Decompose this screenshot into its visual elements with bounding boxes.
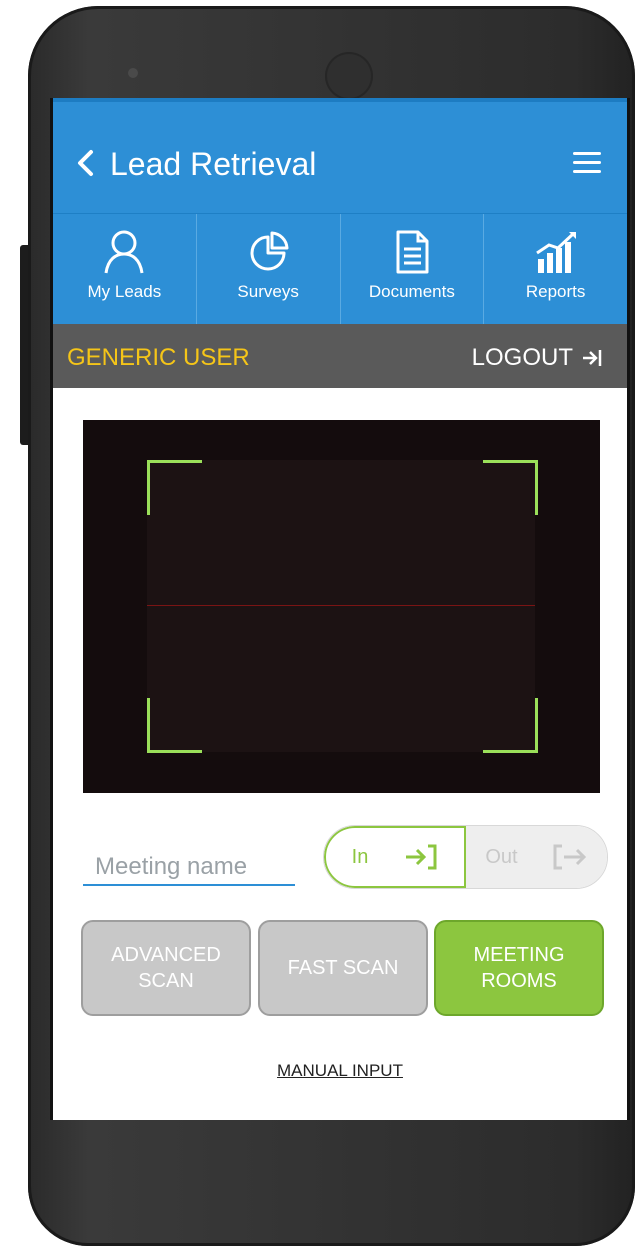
toggle-in-button[interactable]: In [324,826,466,888]
phone-frame: Lead Retrieval My Leads Surveys Document… [0,0,635,1249]
logout-arrow-icon [583,350,602,366]
meeting-name-input[interactable] [83,850,295,886]
scan-corner [483,698,538,753]
toggle-out-button[interactable]: Out [466,826,607,888]
app-screen: Lead Retrieval My Leads Surveys Document… [50,98,630,1120]
earpiece-speaker [325,52,373,100]
pie-chart-icon [250,231,289,271]
username: GENERIC USER [67,344,250,371]
enter-icon [406,844,437,870]
hamburger-menu-icon[interactable] [573,152,601,174]
tab-label: My Leads [87,282,162,301]
scan-corner [147,698,202,753]
camera-viewfinder[interactable] [83,420,600,793]
nav-tabs: My Leads Surveys Documents Reports [53,213,627,324]
scan-corner [483,460,538,515]
document-icon [396,230,429,274]
user-bar: GENERIC USER LOGOUT [53,324,627,388]
exit-icon [553,844,586,870]
manual-input-link[interactable]: MANUAL INPUT [53,1061,627,1081]
user-icon [104,230,144,274]
tab-label: Surveys [237,282,299,301]
logout-label: LOGOUT [471,344,573,371]
scan-area [147,460,535,752]
front-camera [128,68,138,78]
page-title: Lead Retrieval [110,146,317,182]
tab-reports[interactable]: Reports [484,214,627,324]
chevron-left-icon[interactable] [73,148,101,178]
advanced-scan-button[interactable]: ADVANCED SCAN [81,920,251,1016]
toggle-out-label: Out [485,845,518,868]
bar-chart-icon [535,232,576,273]
scan-corner [147,460,202,515]
tab-label: Documents [368,282,455,301]
in-out-toggle: In Out [323,825,608,889]
tab-documents[interactable]: Documents [341,214,485,324]
tab-my-leads[interactable]: My Leads [53,214,197,324]
toggle-in-label: In [351,845,369,868]
tab-surveys[interactable]: Surveys [197,214,341,324]
scan-line [147,605,535,606]
app-header: Lead Retrieval [53,98,627,213]
fast-scan-button[interactable]: FAST SCAN [258,920,428,1016]
meeting-rooms-button[interactable]: MEETING ROOMS [434,920,604,1016]
tab-label: Reports [525,282,586,301]
logout-button[interactable]: LOGOUT [472,344,603,372]
